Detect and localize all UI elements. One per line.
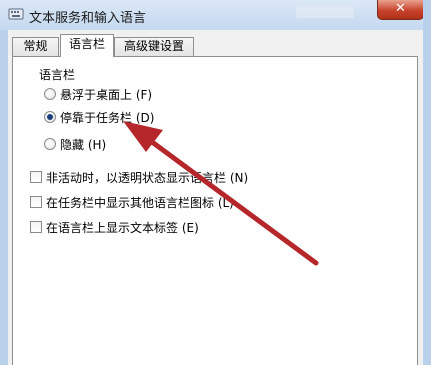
checkbox-label-show-extra-icons-in-taskbar[interactable]: 在任务栏中显示其他语言栏图标 (L) — [46, 194, 234, 211]
radio-selected-dot — [47, 114, 53, 120]
tab-advanced-key-settings[interactable]: 高级键设置 — [114, 37, 194, 56]
close-button[interactable]: ✕ — [377, 0, 424, 20]
radio-hidden[interactable] — [44, 138, 56, 150]
checkbox-show-text-labels[interactable] — [30, 221, 42, 233]
window-title: 文本服务和输入语言 — [29, 11, 147, 26]
checkbox-show-extra-icons-in-taskbar[interactable] — [30, 196, 42, 208]
tab-label: 高级键设置 — [123, 39, 184, 53]
radio-float-on-desktop[interactable] — [44, 88, 56, 100]
close-icon: ✕ — [395, 1, 406, 16]
tab-general[interactable]: 常规 — [12, 37, 59, 56]
checkbox-label-transparent-when-inactive[interactable]: 非活动时，以透明状态显示语言栏 (N) — [46, 169, 248, 186]
tab-label: 语言栏 — [68, 37, 105, 51]
radio-label-docked-in-taskbar[interactable]: 停靠于任务栏 (D) — [60, 109, 154, 126]
keyboard-settings-icon — [8, 8, 24, 20]
checkbox-label-show-text-labels[interactable]: 在语言栏上显示文本标签 (E) — [46, 219, 199, 236]
groupbox-title: 语言栏 — [36, 66, 79, 83]
radio-label-hidden[interactable]: 隐藏 (H) — [60, 136, 106, 153]
radio-label-float-on-desktop[interactable]: 悬浮于桌面上 (F) — [60, 86, 152, 103]
dialog-window: 文本服务和输入语言 ✕ 常规 语言栏 高级键设置 语言栏 悬浮于桌面上 (F) … — [0, 0, 431, 365]
tab-language-bar[interactable]: 语言栏 — [60, 34, 114, 57]
window-frame-right — [423, 0, 431, 365]
title-bar-overlay — [296, 6, 354, 18]
tab-label: 常规 — [23, 39, 48, 53]
radio-docked-in-taskbar[interactable] — [44, 111, 56, 123]
title-bar[interactable]: 文本服务和输入语言 ✕ — [0, 0, 431, 30]
checkbox-transparent-when-inactive[interactable] — [30, 171, 42, 183]
